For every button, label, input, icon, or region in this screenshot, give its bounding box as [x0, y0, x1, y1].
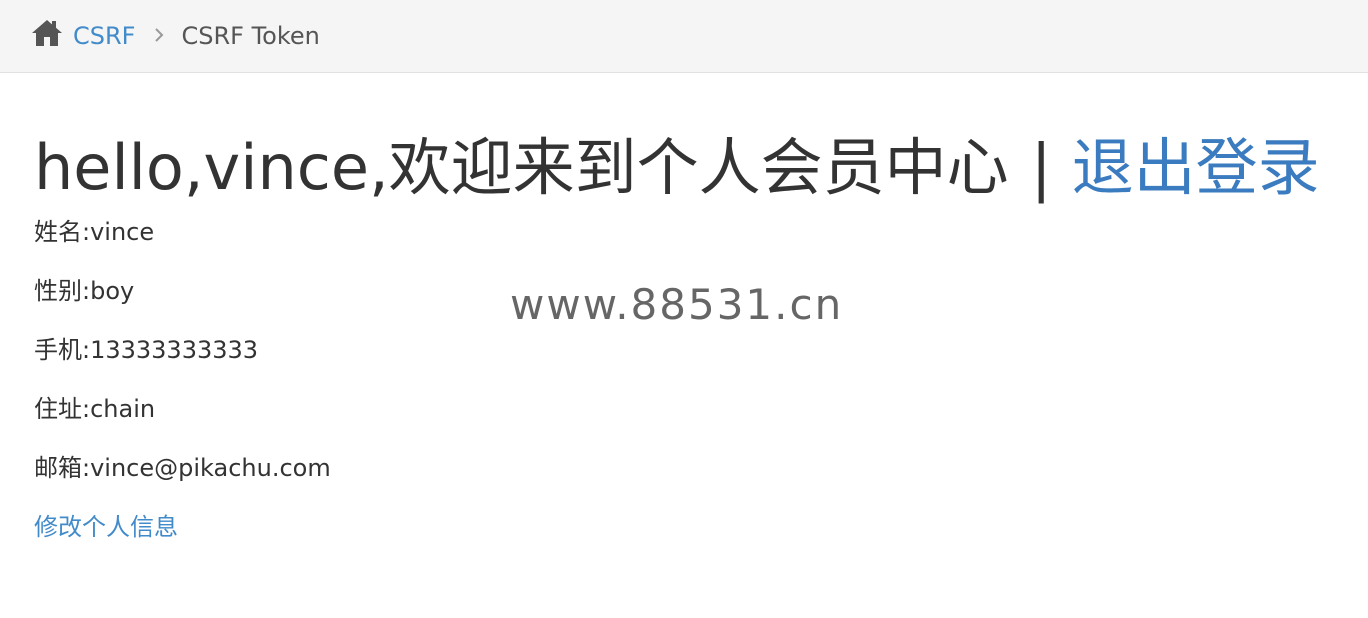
member-center: hello,vince,欢迎来到个人会员中心 | 退出登录 姓名:vince 性别:…: [34, 126, 1320, 557]
edit-profile-link[interactable]: 修改个人信息: [34, 498, 178, 557]
page-title: hello,vince,欢迎来到个人会员中心 | 退出登录: [34, 126, 1320, 210]
home-icon[interactable]: [30, 18, 64, 48]
profile-email: 邮箱:vince@pikachu.com: [34, 454, 331, 482]
breadcrumb-separator-icon: [153, 24, 165, 49]
watermark-text: www.88531.cn: [510, 280, 844, 329]
breadcrumb-current: CSRF Token: [181, 22, 320, 50]
profile-info: 姓名:vince 性别:boy 手机:13333333333 住址:chain …: [34, 203, 1320, 557]
profile-phone: 手机:13333333333: [34, 336, 259, 364]
logout-link[interactable]: 退出登录: [1072, 131, 1320, 204]
breadcrumb-link-csrf[interactable]: CSRF: [73, 22, 135, 50]
profile-address: 住址:chain: [34, 395, 156, 423]
breadcrumb: CSRF CSRF Token: [0, 0, 1368, 73]
profile-name: 姓名:vince: [34, 218, 155, 246]
title-divider: |: [1030, 131, 1052, 204]
greeting-text: hello,vince,欢迎来到个人会员中心: [34, 131, 1009, 204]
